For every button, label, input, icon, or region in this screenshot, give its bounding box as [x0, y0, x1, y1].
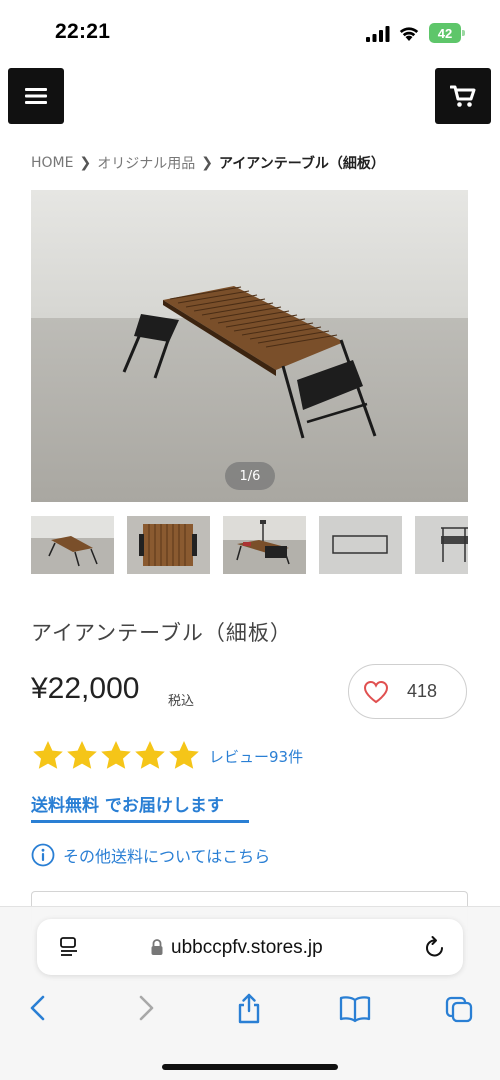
cart-button[interactable] [435, 68, 491, 124]
back-icon[interactable] [24, 992, 54, 1024]
chevron-right-icon: ❯ [201, 155, 213, 171]
star-icon [135, 741, 165, 769]
star-icon [169, 741, 199, 769]
thumbnail-3[interactable] [223, 516, 306, 574]
share-icon[interactable] [234, 992, 264, 1024]
favorite-button[interactable]: 418 [348, 664, 467, 719]
cellular-signal-icon [366, 26, 390, 42]
bookmarks-icon[interactable] [338, 992, 372, 1024]
rating-stars [31, 739, 201, 771]
thumbnail-4[interactable] [319, 516, 402, 574]
image-counter: 1/6 [225, 462, 275, 490]
wifi-icon [399, 27, 419, 41]
thumbnail-image [223, 516, 306, 574]
star-icon [101, 741, 131, 769]
breadcrumb: HOME ❯ オリジナル用品 ❯ アイアンテーブル（細板） [31, 152, 385, 174]
chevron-right-icon: ❯ [79, 155, 92, 171]
free-shipping-underline [31, 820, 249, 823]
tax-label: 税込 [168, 694, 195, 709]
reviews-link[interactable]: レビュー93件 [209, 746, 303, 767]
thumbnail-image [31, 516, 114, 574]
thumbnail-1[interactable] [31, 516, 114, 574]
cart-icon [450, 85, 476, 107]
free-shipping-label: 送料無料 でお届けします [31, 796, 224, 816]
breadcrumb-category[interactable]: オリジナル用品 [97, 153, 195, 173]
thumbnail-image [415, 516, 468, 574]
thumbnail-image [319, 516, 402, 574]
product-title: アイアンテーブル（細板） [31, 621, 292, 645]
url-text: ubbccpfv.stores.jp [171, 937, 323, 958]
menu-button[interactable] [8, 68, 64, 124]
favorite-count: 418 [407, 681, 438, 701]
reader-mode-icon[interactable] [58, 936, 80, 958]
battery-body: 42 [429, 23, 461, 43]
breadcrumb-current: アイアンテーブル（細板） [218, 156, 385, 172]
star-icon [67, 741, 97, 769]
battery-nub [462, 30, 465, 36]
status-time: 22:21 [55, 20, 111, 43]
heart-icon [363, 680, 389, 704]
thumbnail-2[interactable] [127, 516, 210, 574]
shipping-info-text: その他送料についてはこちら [63, 847, 271, 866]
info-icon [31, 843, 55, 867]
home-indicator [162, 1064, 338, 1070]
status-bar: 22:21 42 [0, 0, 500, 66]
shipping-info-link[interactable]: その他送料についてはこちら [31, 842, 270, 868]
lock-icon [151, 939, 163, 955]
product-price: ¥22,000 [31, 672, 140, 705]
product-main-image[interactable] [31, 190, 468, 502]
thumbnail-5[interactable] [415, 516, 468, 574]
forward-icon[interactable] [130, 992, 160, 1024]
breadcrumb-home[interactable]: HOME [31, 155, 73, 171]
tabs-icon[interactable] [444, 992, 474, 1024]
table-photo [31, 190, 468, 502]
battery-level: 42 [437, 25, 453, 41]
reload-icon[interactable] [424, 935, 446, 959]
battery-indicator: 42 [429, 23, 465, 43]
star-icon [33, 741, 63, 769]
hamburger-icon [25, 88, 47, 104]
thumbnail-image [127, 516, 210, 574]
